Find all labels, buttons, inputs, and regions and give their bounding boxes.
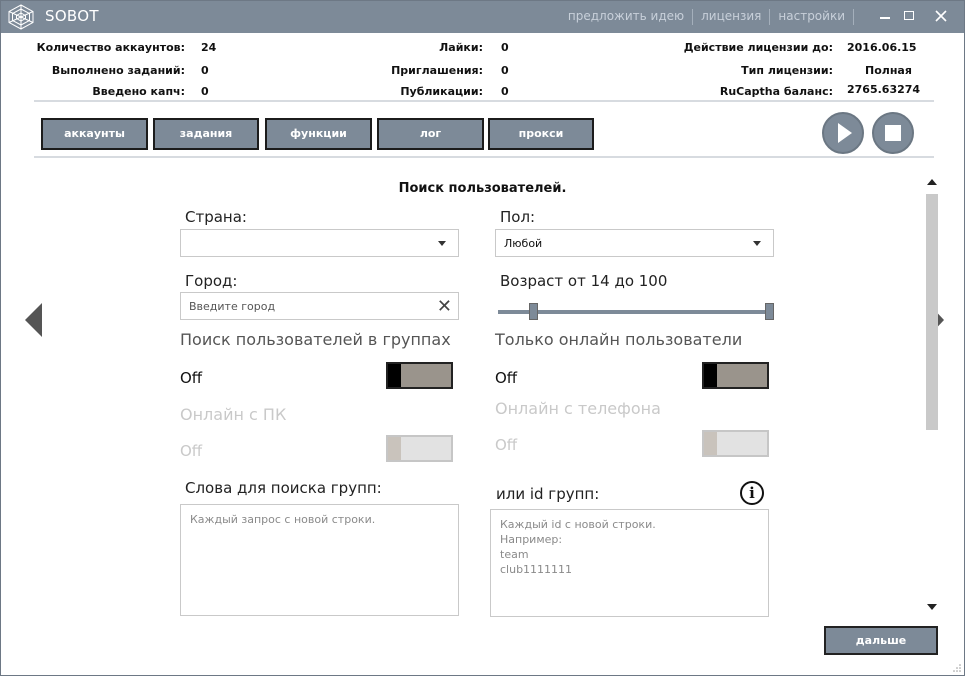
age-range-label: Возраст от 14 до 100 <box>500 272 668 290</box>
dropdown-arrow-icon <box>438 241 446 246</box>
top-links: предложить идею лицензия настройки <box>560 9 854 25</box>
info-icon[interactable]: i <box>740 481 764 505</box>
license-link[interactable]: лицензия <box>693 9 769 25</box>
accounts-count-value: 24 <box>201 41 217 54</box>
divider <box>34 156 934 158</box>
close-icon <box>935 10 947 22</box>
next-button[interactable]: дальше <box>824 626 938 655</box>
tab-log[interactable]: лог <box>377 118 484 150</box>
search-in-groups-state: Off <box>180 369 203 387</box>
country-label: Страна: <box>185 208 247 226</box>
play-button[interactable] <box>822 112 864 154</box>
license-type-label: Тип лицензии: <box>741 64 833 77</box>
toggle-knob <box>388 364 401 387</box>
app-window: SOBOT предложить идею лицензия настройки… <box>0 0 965 676</box>
group-ids-textarea[interactable]: Каждый id с новой строки. Например: team… <box>490 509 769 617</box>
title-bar[interactable]: SOBOT предложить идею лицензия настройки <box>1 1 964 33</box>
search-in-groups-label: Поиск пользователей в группах <box>180 330 451 349</box>
tasks-done-label: Выполнено заданий: <box>51 64 185 77</box>
license-until-value: 2016.06.15 <box>847 41 917 54</box>
previous-arrow-icon[interactable] <box>25 303 42 337</box>
online-phone-label: Онлайн с телефона <box>495 399 661 418</box>
accounts-count-label: Количество аккаунтов: <box>36 41 185 54</box>
toggle-knob <box>704 364 717 387</box>
posts-label: Публикации: <box>400 85 483 98</box>
group-ids-label: или id групп: <box>496 485 600 503</box>
toggle-knob <box>388 437 401 460</box>
city-input[interactable]: Введите город ✕ <box>180 292 459 320</box>
divider <box>34 100 934 102</box>
online-pc-toggle[interactable] <box>386 435 453 462</box>
group-words-label: Слова для поиска групп: <box>185 479 382 497</box>
settings-link[interactable]: настройки <box>770 9 853 25</box>
spider-web-logo-icon <box>8 4 34 30</box>
group-words-textarea[interactable]: Каждый запрос с новой строки. <box>180 504 459 616</box>
city-input-placeholder: Введите город <box>189 300 276 313</box>
gender-select-value: Любой <box>504 237 543 250</box>
section-title: Поиск пользователей. <box>398 181 567 196</box>
gender-label: Пол: <box>500 208 536 226</box>
online-phone-toggle[interactable] <box>702 430 769 457</box>
link-separator <box>853 9 854 25</box>
tab-accounts[interactable]: аккаунты <box>41 118 148 150</box>
invites-value: 0 <box>501 64 509 77</box>
online-pc-state: Off <box>180 442 203 460</box>
online-only-label: Только онлайн пользователи <box>495 330 743 349</box>
rucaptcha-balance-label: RuCaptha баланс: <box>719 85 833 98</box>
minimize-button[interactable] <box>874 6 896 26</box>
likes-value: 0 <box>501 41 509 54</box>
play-icon <box>838 123 852 143</box>
stop-button[interactable] <box>872 112 914 154</box>
resize-grip-icon[interactable] <box>953 664 961 672</box>
tab-proxy[interactable]: прокси <box>488 118 594 150</box>
online-only-toggle[interactable] <box>702 362 769 389</box>
close-button[interactable] <box>930 6 952 26</box>
captcha-count-label: Введено капч: <box>92 85 185 98</box>
age-max-thumb[interactable] <box>765 303 774 320</box>
license-until-label: Действие лицензии до: <box>683 41 833 54</box>
minimize-icon <box>880 17 890 19</box>
scroll-down-arrow-icon[interactable] <box>927 604 937 610</box>
online-phone-state: Off <box>495 436 518 454</box>
app-title: SOBOT <box>45 7 99 25</box>
toggle-knob <box>704 432 717 455</box>
maximize-icon <box>904 11 914 20</box>
search-in-groups-toggle[interactable] <box>386 362 453 389</box>
tab-tasks[interactable]: задания <box>153 118 259 150</box>
age-slider-track[interactable] <box>498 310 770 314</box>
gender-select[interactable]: Любой <box>495 229 774 257</box>
stats-panel: Количество аккаунтов: 24 Выполнено задан… <box>1 39 964 99</box>
rucaptcha-balance-value: 2765.63274 <box>847 83 921 96</box>
likes-label: Лайки: <box>439 41 483 54</box>
tasks-done-value: 0 <box>201 64 209 77</box>
captcha-count-value: 0 <box>201 85 209 98</box>
scroll-up-arrow-icon[interactable] <box>927 179 937 185</box>
maximize-button[interactable] <box>898 6 920 26</box>
tab-functions[interactable]: функции <box>265 118 372 150</box>
invites-label: Приглашения: <box>391 64 483 77</box>
dropdown-arrow-icon <box>753 241 761 246</box>
online-pc-label: Онлайн с ПК <box>180 405 287 424</box>
posts-value: 0 <box>501 85 509 98</box>
scrollbar-thumb[interactable] <box>926 194 938 430</box>
suggest-idea-link[interactable]: предложить идею <box>560 9 692 25</box>
city-label: Город: <box>185 272 238 290</box>
age-min-thumb[interactable] <box>529 303 538 320</box>
license-type-value: Полная <box>865 64 912 77</box>
online-only-state: Off <box>495 369 518 387</box>
stop-icon <box>885 125 901 141</box>
clear-icon[interactable]: ✕ <box>437 296 452 317</box>
country-select[interactable] <box>180 229 459 257</box>
